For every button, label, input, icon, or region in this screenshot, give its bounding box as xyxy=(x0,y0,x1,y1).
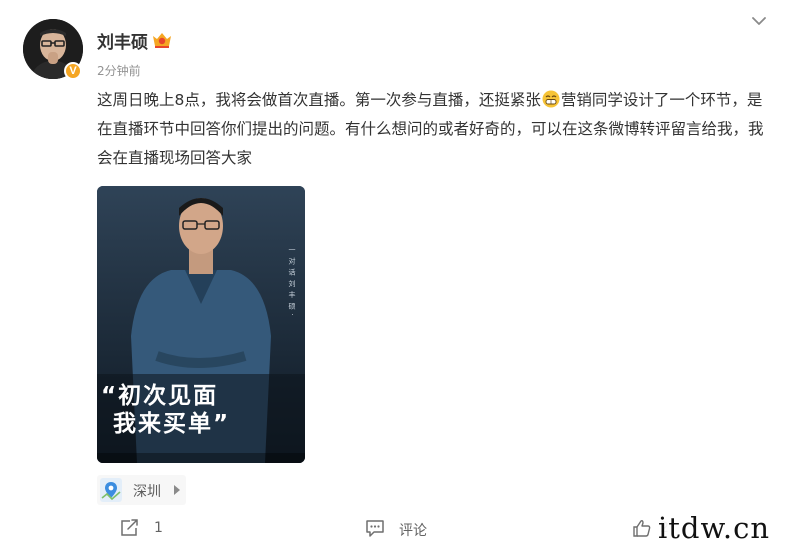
chevron-right-icon xyxy=(174,485,180,495)
grin-emoji-icon xyxy=(542,90,560,108)
watermark-text: itdw.cn xyxy=(658,511,771,545)
like-icon xyxy=(633,520,651,537)
repost-count: 1 xyxy=(154,520,163,536)
comment-icon xyxy=(366,520,384,537)
post-image[interactable]: “初次见面 我来买单” 一 对 话 刘 丰 硕 · xyxy=(97,186,305,463)
post-timestamp[interactable]: 2分钟前 xyxy=(97,62,141,79)
post-text-part1: 这周日晚上8点，我将会做首次直播。第一次参与直播，还挺紧张 xyxy=(97,91,541,109)
verified-badge: V xyxy=(64,62,82,80)
repost-icon xyxy=(121,519,138,536)
post-text: 这周日晚上8点，我将会做首次直播。第一次参与直播，还挺紧张 营销同学设计了一个环节… xyxy=(97,86,773,173)
repost-button[interactable]: 1 xyxy=(120,516,180,542)
comment-label: 评论 xyxy=(399,523,427,539)
author-name[interactable]: 刘丰硕 xyxy=(97,28,148,53)
image-quote-line2: 我来买单” xyxy=(113,411,231,437)
image-side-caption: 一 对 话 刘 丰 硕 · xyxy=(288,246,296,317)
comment-button[interactable]: 评论 xyxy=(365,516,445,542)
member-crown-icon[interactable] xyxy=(151,30,173,50)
chevron-down-icon[interactable] xyxy=(750,14,768,28)
location-label: 深圳 xyxy=(133,484,161,500)
location-tag[interactable]: 深圳 xyxy=(97,475,186,505)
image-footer-strip xyxy=(97,453,305,463)
location-pin-icon xyxy=(100,478,122,502)
watermark: itdw.cn xyxy=(652,509,789,552)
